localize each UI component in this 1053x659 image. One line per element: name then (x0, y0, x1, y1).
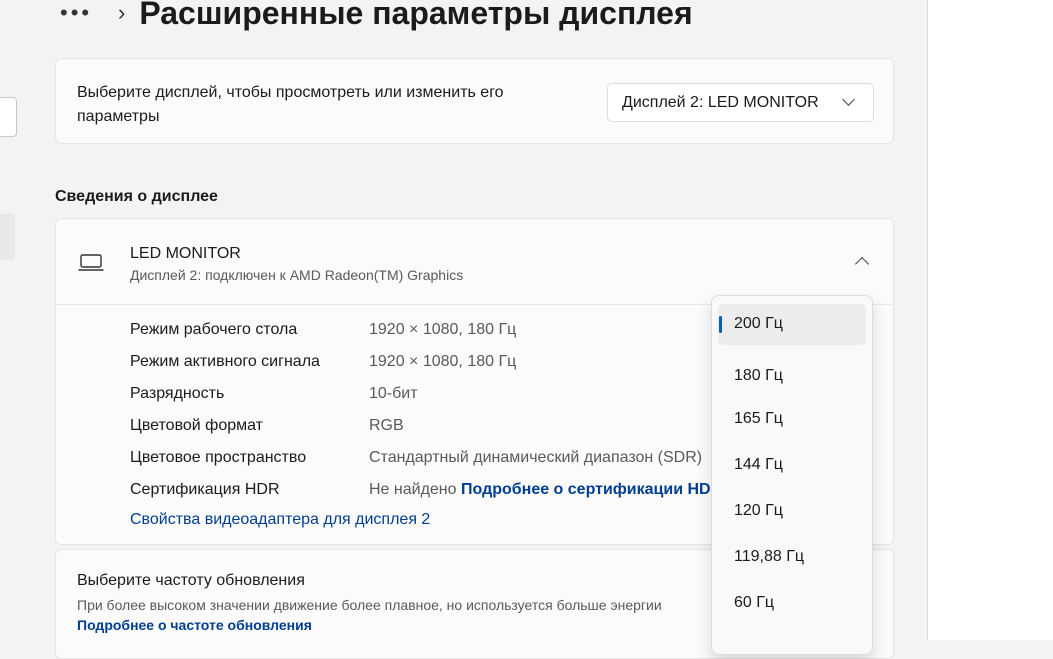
display-dropdown[interactable]: Дисплей 2: LED MONITOR (607, 83, 874, 122)
info-row-desktop-mode: Режим рабочего стола 1920 × 1080, 180 Гц (130, 318, 516, 342)
section-heading: Сведения о дисплее (55, 188, 218, 205)
refresh-rate-learn-more-link[interactable]: Подробнее о частоте обновления (77, 617, 312, 633)
display-dropdown-value: Дисплей 2: LED MONITOR (622, 93, 819, 111)
refresh-option-label: 180 Гц (734, 367, 783, 384)
breadcrumb-more-button[interactable]: ••• (60, 0, 100, 26)
info-value: Стандартный динамический диапазон (SDR) (369, 449, 703, 466)
left-sidebar-selected-item[interactable] (0, 214, 15, 260)
chevron-down-icon (842, 93, 855, 106)
info-key: Цветовой формат (130, 417, 264, 434)
monitor-subtitle: Дисплей 2: подключен к AMD Radeon(TM) Gr… (130, 267, 464, 283)
right-pane (927, 0, 1053, 640)
info-key: Сертификация HDR (130, 481, 280, 498)
refresh-rate-title: Выберите частоту обновления (77, 572, 305, 589)
refresh-option-label: 119,88 Гц (734, 548, 805, 565)
laptop-icon (78, 254, 104, 271)
refresh-option-label: 165 Гц (734, 410, 783, 427)
info-value: Не найдено (369, 481, 457, 498)
refresh-option[interactable]: 144 Гц (718, 445, 866, 486)
monitor-name: LED MONITOR (130, 245, 241, 262)
info-key: Режим рабочего стола (130, 321, 298, 338)
display-select-card: Выберите дисплей, чтобы просмотреть или … (55, 58, 894, 144)
info-row-signal-mode: Режим активного сигнала 1920 × 1080, 180 … (130, 350, 516, 374)
info-key: Режим активного сигнала (130, 353, 320, 370)
info-row-color-format: Цветовой формат RGB (130, 414, 404, 438)
refresh-option-label: 200 Гц (734, 315, 783, 332)
refresh-option-selected[interactable]: 200 Гц (718, 304, 866, 345)
selection-indicator (719, 316, 722, 333)
refresh-rate-description: При более высоком значении движение боле… (77, 595, 677, 635)
refresh-rate-description-text: При более высоком значении движение боле… (77, 597, 662, 613)
breadcrumb: ••• › Расширенные параметры дисплея (60, 0, 693, 38)
left-sidebar-search-box[interactable] (0, 97, 17, 137)
page-title: Расширенные параметры дисплея (139, 0, 693, 31)
monitor-header[interactable]: LED MONITOR Дисплей 2: подключен к AMD R… (56, 219, 893, 305)
refresh-rate-flyout: 200 Гц 180 Гц 165 Гц 144 Гц 120 Гц 119,8… (711, 295, 873, 655)
refresh-option[interactable]: 180 Гц (718, 356, 866, 397)
refresh-option-label: 144 Гц (734, 456, 783, 473)
refresh-option[interactable]: 120 Гц (718, 491, 866, 532)
info-value: RGB (369, 417, 404, 434)
refresh-option[interactable]: 165 Гц (718, 399, 866, 440)
breadcrumb-chevron-icon: › (118, 0, 126, 25)
info-row-bit-depth: Разрядность 10-бит (130, 382, 418, 406)
refresh-option[interactable]: 119,88 Гц (718, 537, 866, 578)
display-select-label: Выберите дисплей, чтобы просмотреть или … (77, 84, 504, 125)
info-value: 10-бит (369, 385, 418, 402)
refresh-option-label: 60 Гц (734, 594, 775, 611)
info-row-hdr: Сертификация HDR Не найдено Подробнее о с… (130, 478, 722, 502)
adapter-properties-link[interactable]: Свойства видеоадаптера для дисплея 2 (130, 511, 430, 529)
info-key: Цветовое пространство (130, 449, 307, 466)
refresh-option[interactable]: 60 Гц (718, 583, 866, 624)
refresh-option-label: 120 Гц (734, 502, 783, 519)
hdr-learn-more-link[interactable]: Подробнее о сертификации HDR (461, 481, 722, 498)
info-value: 1920 × 1080, 180 Гц (369, 321, 517, 338)
chevron-up-icon[interactable] (854, 256, 870, 272)
info-key: Разрядность (130, 385, 225, 402)
info-value: 1920 × 1080, 180 Гц (369, 353, 517, 370)
info-row-color-space: Цветовое пространство Стандартный динамич… (130, 446, 702, 470)
